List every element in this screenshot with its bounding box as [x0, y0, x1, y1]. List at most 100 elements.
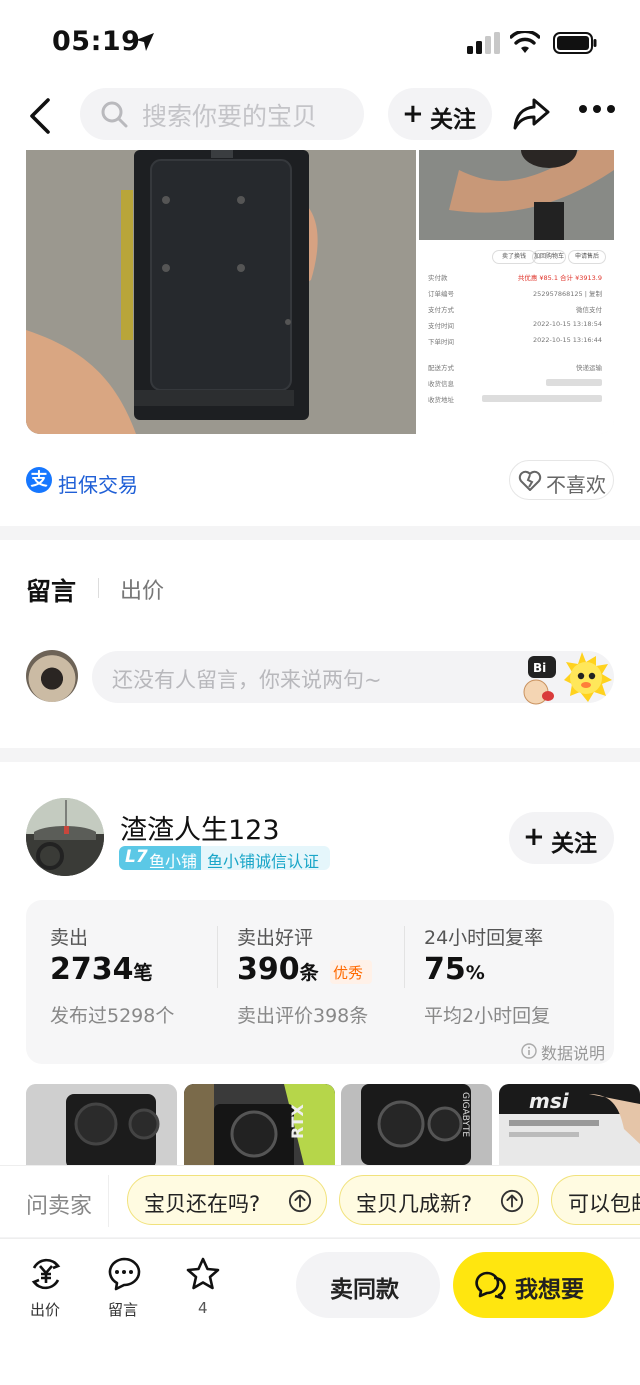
tab-divider: [98, 578, 99, 598]
stat-divider: [404, 926, 405, 988]
wifi-icon: [510, 31, 540, 53]
tab-messages[interactable]: 留言: [26, 572, 76, 608]
receipt-row: 下单时间 2022-10-15 13:16:44: [428, 336, 608, 362]
receipt-value: 快递运输: [576, 364, 602, 372]
car-interior-image: [26, 798, 104, 876]
gigabyte-text: GIGABYTE: [460, 1092, 470, 1137]
blurred-text: [546, 379, 602, 386]
seller-name[interactable]: 渣渣人生123: [120, 808, 280, 847]
level-text: L7: [125, 847, 148, 867]
level-name: 鱼小铺: [149, 852, 198, 871]
alipay-icon: 支: [26, 467, 52, 493]
sell-same-button[interactable]: 卖同款: [296, 1252, 440, 1318]
receipt-key: 配送方式: [428, 364, 454, 372]
ask-seller-label: 问卖家: [26, 1194, 93, 1219]
stat-sold-value: 2734笔: [50, 952, 153, 987]
receipt-key: 收货地址: [428, 396, 454, 404]
receipt-key: 订单编号: [428, 290, 454, 298]
receipt-aftersale-button: 申请售后: [568, 250, 606, 264]
plus-icon: +: [523, 822, 545, 852]
receipt-sell-button: 卖了换钱: [492, 250, 536, 264]
tab-bids[interactable]: 出价: [120, 573, 164, 605]
receipt-value: 微信支付: [576, 306, 602, 314]
stat-sold-sub: 发布过5298个: [50, 1005, 175, 1027]
more-icon[interactable]: [578, 103, 616, 115]
chip-text: 宝贝还在吗?: [144, 1192, 261, 1216]
avatar: [26, 650, 78, 702]
receipt-row: 支付方式 微信支付: [428, 304, 608, 320]
chat-icon: [475, 1271, 506, 1300]
receipt-row: 订单编号 2529578681​25 | 复制: [428, 288, 608, 304]
receipt-row: 实付款 共优惠 ¥85.1 合计 ¥3913.9: [428, 272, 608, 288]
stat-reply-number: 75: [424, 952, 466, 987]
certification-badge[interactable]: 鱼小铺诚信认证: [201, 846, 330, 871]
message-label: 留言: [108, 1301, 139, 1319]
stat-rating-value: 390条: [237, 952, 319, 987]
want-button[interactable]: 我想要: [453, 1252, 614, 1318]
arrow-up-circle-icon: [500, 1189, 524, 1213]
stat-sold-unit: 笔: [133, 962, 153, 984]
want-label: 我想要: [515, 1277, 584, 1303]
share-icon[interactable]: [512, 96, 552, 132]
dislike-label: 不喜欢: [546, 473, 606, 497]
bid-label: 出价: [30, 1301, 61, 1319]
data-explain-link[interactable]: 数据说明: [541, 1040, 605, 1064]
location-arrow-icon: [136, 33, 154, 51]
chip-text: 可以包邮吗?: [568, 1192, 640, 1216]
seller-product-thumb[interactable]: RTX: [184, 1084, 335, 1165]
msi-thumb-image: msi: [499, 1084, 640, 1165]
stat-rating-unit: 条: [299, 962, 319, 984]
search-icon: [101, 101, 128, 128]
gpu-thumb-image: [26, 1084, 177, 1165]
sell-same-label: 卖同款: [330, 1277, 399, 1303]
guarantee-label[interactable]: 担保交易: [58, 469, 138, 498]
seller-avatar[interactable]: [26, 798, 104, 876]
excellent-badge: 优秀: [330, 960, 372, 984]
follow-seller-button[interactable]: + 关注: [509, 812, 614, 864]
broken-heart-icon: [518, 470, 542, 491]
receipt-key: 下单时间: [428, 338, 454, 346]
level-badge: L7 鱼小铺: [119, 846, 201, 871]
follow-label: 关注: [430, 107, 476, 133]
svg-text:Bi: Bi: [533, 661, 546, 675]
quick-divider: [108, 1175, 109, 1227]
stat-sold-label: 卖出: [50, 927, 89, 949]
receipt-value: 共优惠 ¥85.1 合计 ¥3913.9: [517, 274, 602, 282]
seller-product-thumb[interactable]: msi: [499, 1084, 640, 1165]
stat-reply-unit: %: [465, 962, 485, 984]
msi-text: msi: [529, 1089, 570, 1113]
receipt-row: 收货信息: [428, 378, 608, 394]
bid-yuan-icon[interactable]: [28, 1256, 64, 1292]
seller-product-thumb[interactable]: GIGABYTE: [341, 1084, 492, 1165]
mascot-icon: Bi: [523, 652, 612, 705]
search-placeholder: 搜索你要的宝贝: [142, 102, 318, 131]
certification-text: 鱼小铺诚信认证: [207, 852, 320, 871]
comment-placeholder: 还没有人留言，你来说两句~: [112, 668, 382, 692]
message-bubble-icon[interactable]: [106, 1256, 142, 1292]
chip-text: 宝贝几成新?: [356, 1192, 473, 1216]
receipt-key: 实付款: [428, 274, 448, 282]
quick-question-chip[interactable]: 宝贝几成新?: [339, 1175, 539, 1225]
blurred-text: [482, 395, 602, 402]
info-icon: [521, 1043, 537, 1059]
back-icon[interactable]: [26, 96, 56, 136]
seller-product-thumb[interactable]: [26, 1084, 177, 1165]
rtx-thumb-image: RTX: [184, 1084, 335, 1165]
receipt-cart-button: 加回购物车: [532, 250, 566, 264]
follow-button[interactable]: + 关注: [388, 88, 492, 140]
follow-seller-label: 关注: [551, 831, 597, 857]
receipt-key: 支付时间: [428, 322, 454, 330]
quick-question-chip[interactable]: 可以包邮吗?: [551, 1175, 640, 1225]
product-photo-gpu-backplate[interactable]: [26, 150, 416, 434]
stat-reply-sub: 平均2小时回复: [424, 1005, 551, 1027]
dislike-button[interactable]: 不喜欢: [509, 460, 614, 500]
rtx-text: RTX: [288, 1103, 307, 1139]
receipt-row: 收货地址: [428, 394, 608, 410]
receipt-row: 支付时间 2022-10-15 13:18:54: [428, 320, 608, 336]
arrow-up-circle-icon: [288, 1189, 312, 1213]
star-icon[interactable]: [185, 1256, 221, 1292]
quick-question-chip[interactable]: 宝贝还在吗?: [127, 1175, 327, 1225]
receipt-rows: 实付款 共优惠 ¥85.1 合计 ¥3913.9 订单编号 2529578681​25…: [428, 272, 608, 410]
favorite-count: 4: [198, 1299, 208, 1317]
receipt-row: 配送方式 快递运输: [428, 362, 608, 378]
